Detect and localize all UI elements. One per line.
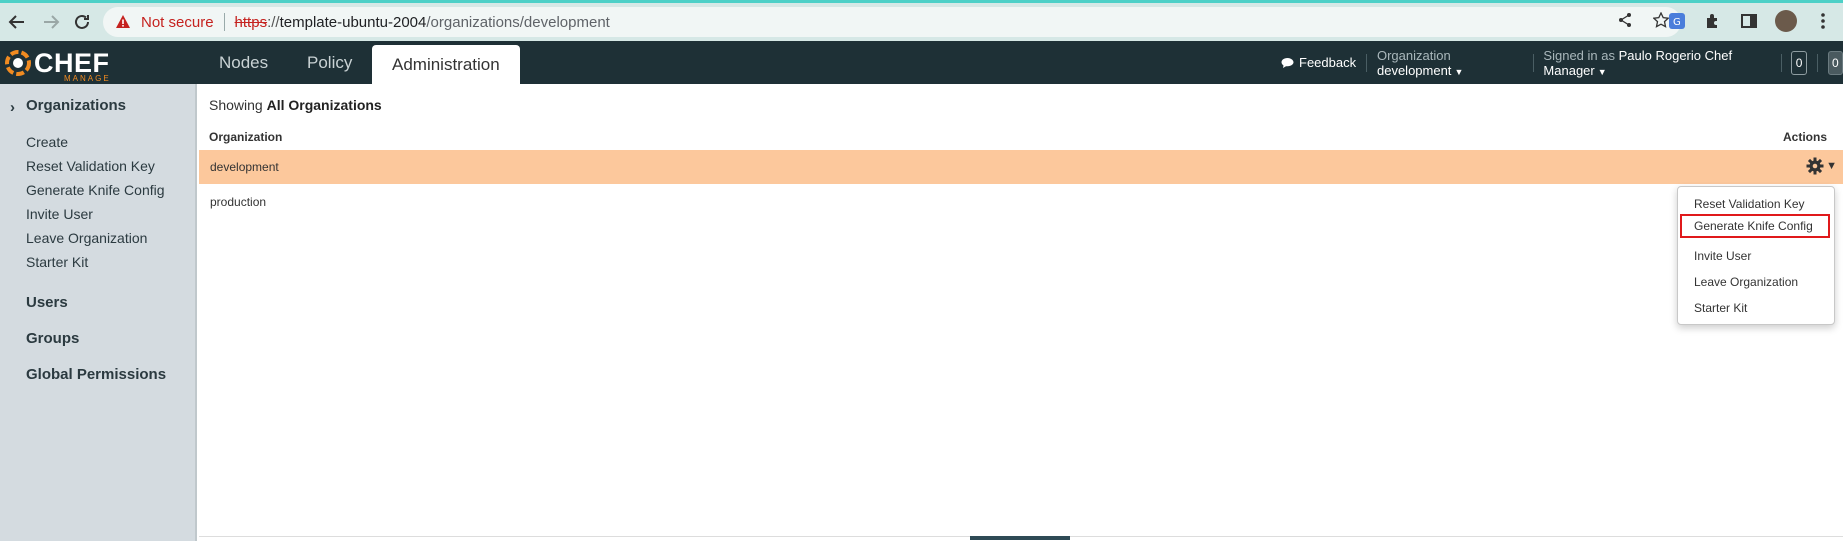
- warning-icon: [115, 13, 133, 31]
- logo-subtitle: MANAGE: [64, 73, 111, 83]
- profile-avatar[interactable]: [1775, 10, 1797, 32]
- chevron-right-icon: ›: [10, 99, 15, 116]
- logo-title: CHEF: [34, 47, 110, 78]
- menu-item-reset-validation-key[interactable]: Reset Validation Key: [1694, 197, 1805, 211]
- back-arrow-icon[interactable]: [4, 9, 30, 35]
- sidebar-heading-global-permissions[interactable]: Global Permissions: [26, 366, 166, 383]
- chef-manage-logo[interactable]: CHEF MANAGE: [4, 46, 111, 83]
- sidebar-heading-users[interactable]: Users: [26, 294, 68, 311]
- tab-policy[interactable]: Policy: [307, 41, 352, 84]
- table-row[interactable]: production: [199, 185, 1843, 219]
- navbar-divider: [1532, 53, 1534, 72]
- translate-extension-icon[interactable]: G: [1667, 11, 1687, 31]
- url-host: template-ubuntu-2004: [279, 13, 427, 31]
- organization-name[interactable]: development: [210, 160, 279, 174]
- feedback-label: Feedback: [1299, 55, 1357, 70]
- svg-text:G: G: [1673, 17, 1681, 28]
- browser-menu-icon[interactable]: [1813, 11, 1833, 31]
- reload-icon[interactable]: [69, 9, 95, 35]
- caret-down-icon: ▼: [1454, 66, 1464, 77]
- tab-nodes[interactable]: Nodes: [219, 41, 268, 84]
- organization-value: development: [1376, 62, 1452, 78]
- side-panel-icon[interactable]: [1739, 11, 1759, 31]
- sidebar-heading-groups[interactable]: Groups: [26, 330, 79, 347]
- menu-item-leave-organization[interactable]: Leave Organization: [1694, 275, 1798, 289]
- feedback-link[interactable]: Feedback: [1281, 55, 1356, 70]
- sidebar-item-starter-kit[interactable]: Starter Kit: [26, 254, 88, 270]
- sidebar-item-create[interactable]: Create: [26, 134, 68, 150]
- alert-count[interactable]: 0: [1827, 50, 1843, 75]
- sidebar: › Organizations Create Reset Validation …: [0, 84, 197, 541]
- url-scheme: https: [234, 13, 268, 31]
- row-actions-button[interactable]: ▼: [1806, 157, 1837, 175]
- browser-toolbar: Not secure https://template-ubuntu-2004/…: [0, 0, 1843, 41]
- signed-in-prefix: Signed in as: [1543, 47, 1615, 63]
- showing-value: All Organizations: [266, 97, 382, 113]
- sidebar-heading-organizations[interactable]: Organizations: [26, 97, 126, 114]
- caret-down-icon: ▼: [1826, 160, 1837, 172]
- organization-prefix: Organization: [1376, 47, 1451, 63]
- horizontal-scrollbar[interactable]: [970, 536, 1070, 540]
- navbar-divider: [1366, 53, 1367, 72]
- caret-down-icon: ▼: [1597, 66, 1607, 77]
- security-status[interactable]: Not secure: [141, 14, 214, 31]
- navbar-divider: [1780, 53, 1782, 72]
- menu-item-generate-knife-config[interactable]: Generate Knife Config: [1680, 214, 1830, 238]
- organization-selector[interactable]: Organization development ▼: [1377, 48, 1523, 78]
- gear-icon: [1806, 157, 1824, 175]
- menu-item-starter-kit[interactable]: Starter Kit: [1694, 301, 1747, 315]
- table-row[interactable]: development ▼: [199, 150, 1843, 184]
- speech-bubble-icon: [1281, 57, 1294, 68]
- tab-administration[interactable]: Administration: [372, 45, 520, 84]
- main-content: Showing All Organizations Organization A…: [199, 84, 1843, 541]
- chef-logo-icon: [5, 50, 31, 76]
- user-menu[interactable]: Signed in as Paulo Rogerio Chef Manager ▼: [1543, 48, 1770, 78]
- share-icon[interactable]: [1617, 12, 1633, 33]
- navbar-divider: [1816, 53, 1818, 72]
- omnibox-divider: [223, 13, 225, 31]
- notification-count[interactable]: 0: [1791, 50, 1807, 75]
- app-navbar: CHEF MANAGE Nodes Policy Administration …: [0, 41, 1843, 84]
- organization-name[interactable]: production: [210, 195, 266, 209]
- url-path: /organizations/development: [426, 13, 610, 31]
- menu-item-invite-user[interactable]: Invite User: [1694, 249, 1751, 263]
- sidebar-item-reset-validation-key[interactable]: Reset Validation Key: [26, 158, 155, 174]
- sidebar-item-generate-knife-config[interactable]: Generate Knife Config: [26, 182, 165, 198]
- sidebar-item-leave-organization[interactable]: Leave Organization: [26, 230, 147, 246]
- actions-dropdown-menu: Reset Validation Key Generate Knife Conf…: [1677, 186, 1835, 325]
- showing-label: Showing All Organizations: [209, 97, 382, 113]
- sidebar-item-invite-user[interactable]: Invite User: [26, 206, 93, 222]
- column-header-actions: Actions: [1782, 130, 1827, 144]
- forward-arrow-icon[interactable]: [38, 9, 64, 35]
- column-header-organization: Organization: [209, 130, 283, 144]
- showing-prefix: Showing: [209, 97, 263, 113]
- url-separator: ://: [267, 13, 280, 31]
- extensions-puzzle-icon[interactable]: [1703, 11, 1723, 31]
- address-bar[interactable]: Not secure https://template-ubuntu-2004/…: [103, 7, 1681, 37]
